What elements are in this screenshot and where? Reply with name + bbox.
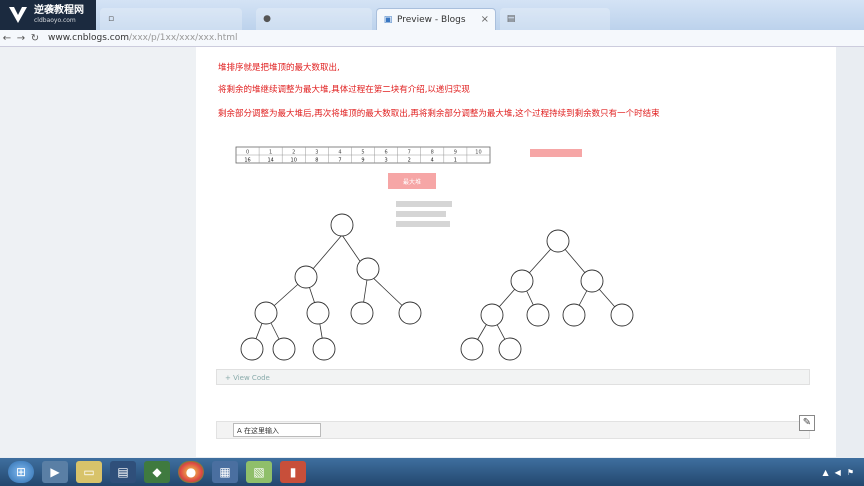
browser-titlebar: 逆袭教程网 cldbaoyo.com ▫ ● ▣ Preview - Blogs…: [0, 0, 864, 30]
content-line-2: 将剩余的堆继续调整为最大堆,具体过程在第二块有介绍,以递归实现: [218, 85, 470, 95]
right-heap-tree: [460, 229, 634, 361]
tab-3[interactable]: ▣ Preview - Blogs ×: [376, 8, 496, 30]
tab-1[interactable]: ▫: [100, 8, 242, 30]
tree-node: [510, 269, 534, 293]
array-value: 3: [384, 158, 387, 164]
tree-node: [580, 269, 604, 293]
array-value: 10: [291, 158, 297, 164]
tree-node: [498, 337, 522, 361]
folder-icon[interactable]: ▭: [76, 461, 102, 483]
edit-icon[interactable]: ✎: [799, 415, 815, 431]
array-index: 7: [408, 150, 411, 156]
array-index: 9: [454, 150, 457, 156]
network-icon[interactable]: ▲: [823, 468, 829, 477]
reload-icon[interactable]: ↻: [28, 33, 42, 44]
tree-node: [350, 301, 374, 325]
tree-node: [330, 213, 354, 237]
chrome-icon[interactable]: ●: [178, 461, 204, 483]
tree-node: [460, 337, 484, 361]
window-icon[interactable]: ▦: [212, 461, 238, 483]
array-table: 0 16 1 14 2 10 3 8 4 7 5 9 6 3 7 2 8 4 9 1 10: [235, 146, 491, 164]
terminal-icon[interactable]: ▤: [110, 461, 136, 483]
navigation-bar: ← → ↻ www.cnblogs.com/xxx/p/1xx/xxx/xxx.…: [0, 30, 864, 47]
array-index: 10: [475, 150, 481, 156]
array-index: 0: [246, 150, 249, 156]
watermark-line1: 逆袭教程网: [34, 5, 84, 16]
tree-node: [610, 303, 634, 327]
array-index: 3: [315, 150, 318, 156]
view-code-label: + View Code: [225, 374, 270, 382]
array-index: 2: [292, 150, 295, 156]
blog-icon: ▣: [383, 14, 393, 25]
tree-node: [546, 229, 570, 253]
array-value: 7: [338, 158, 341, 164]
flag-icon[interactable]: ⚑: [847, 468, 854, 477]
tree-node: [526, 303, 550, 327]
array-value: 2: [408, 158, 411, 164]
array-index: 8: [431, 150, 434, 156]
address-path: /xxx/p/1xx/xxx/xxx.html: [128, 33, 238, 43]
image-viewer-icon[interactable]: ▧: [246, 461, 272, 483]
app-icon[interactable]: ◆: [144, 461, 170, 483]
tab-label: Preview - Blogs: [397, 14, 466, 25]
note-gray-1: [396, 201, 452, 207]
array-value: 14: [267, 158, 273, 164]
tree-node: [306, 301, 330, 325]
watermark-logo: 逆袭教程网 cldbaoyo.com: [0, 0, 96, 30]
array-index: 1: [269, 150, 272, 156]
comment-input[interactable]: A 在这里输入: [233, 423, 321, 437]
note-pink: 最大堆: [403, 178, 421, 186]
tab-2[interactable]: ●: [256, 8, 372, 30]
array-index: 5: [361, 150, 364, 156]
view-code-toggle[interactable]: + View Code: [216, 369, 810, 385]
note-gray-2: [396, 211, 446, 217]
array-value: 8: [315, 158, 318, 164]
tree-node: [272, 337, 296, 361]
tree-node: [398, 301, 422, 325]
left-blank-area: [0, 47, 196, 457]
presentation-icon[interactable]: ▮: [280, 461, 306, 483]
note-gray-3: [396, 221, 450, 227]
page-icon: ▤: [506, 14, 516, 24]
start-button-icon[interactable]: ⊞: [8, 461, 34, 483]
tree-node: [240, 337, 264, 361]
address-bar[interactable]: www.cnblogs.com/xxx/p/1xx/xxx/xxx.html: [48, 33, 238, 43]
blog-content: 堆排序就是把堆顶的最大数取出, 将剩余的堆继续调整为最大堆,具体过程在第二块有介…: [196, 47, 836, 457]
system-tray: ▲ ◀ ⚑: [817, 468, 864, 477]
tree-node: [254, 301, 278, 325]
tree-node: [480, 303, 504, 327]
blank-page-icon: ▫: [107, 14, 115, 24]
github-icon: ●: [263, 14, 271, 24]
close-icon[interactable]: ×: [481, 14, 489, 25]
logo-icon: [9, 7, 27, 23]
array-value: 16: [244, 158, 250, 164]
taskbar: ⊞ ▶ ▭ ▤ ◆ ● ▦ ▧ ▮ ▲ ◀ ⚑: [0, 458, 864, 486]
volume-icon[interactable]: ◀: [835, 468, 841, 477]
comment-bar: A 在这里输入: [216, 421, 810, 439]
tree-node: [562, 303, 586, 327]
watermark-line2: cldbaoyo.com: [34, 17, 76, 24]
tree-node: [294, 265, 318, 289]
forward-icon[interactable]: →: [14, 33, 28, 44]
back-icon[interactable]: ←: [0, 33, 14, 44]
tree-node: [356, 257, 380, 281]
left-heap-tree: [240, 213, 422, 361]
array-value: 9: [361, 158, 364, 164]
array-index: 6: [384, 150, 387, 156]
content-line-1: 堆排序就是把堆顶的最大数取出,: [218, 63, 340, 73]
array-value: 1: [454, 158, 457, 164]
array-value: 4: [431, 158, 434, 164]
address-domain: www.cnblogs.com: [48, 33, 129, 43]
tab-4[interactable]: ▤: [500, 8, 610, 30]
content-line-3: 剩余部分调整为最大堆后,再次将堆顶的最大数取出,再将剩余部分调整为最大堆,这个过…: [218, 109, 660, 119]
tree-node: [312, 337, 336, 361]
array-index: 4: [338, 150, 341, 156]
media-icon[interactable]: ▶: [42, 461, 68, 483]
right-note-box: [530, 149, 582, 157]
